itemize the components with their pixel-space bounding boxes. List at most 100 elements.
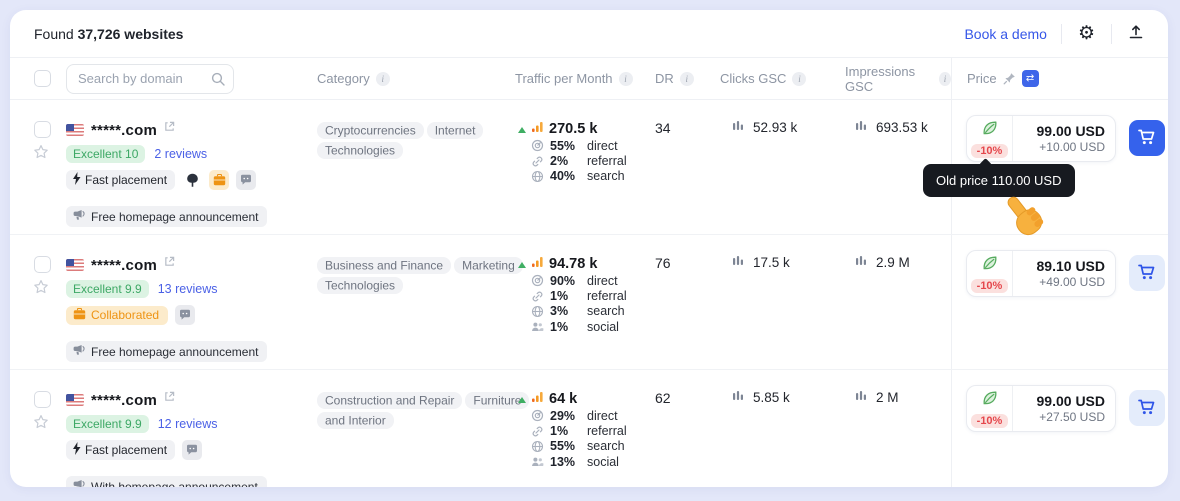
column-clicks: Clicks GSC i [720, 71, 845, 86]
column-clicks-label: Clicks GSC [720, 71, 787, 86]
old-price-tooltip: Old price 110.00 USD [923, 164, 1075, 197]
reviews-link[interactable]: 12 reviews [158, 417, 218, 431]
top-bar: Found 37,726 websites Book a demo ⚙ [10, 10, 1168, 58]
select-all-checkbox[interactable] [34, 70, 51, 87]
traffic-pct: 1% [550, 289, 569, 304]
clicks-value: 52.93 k [753, 120, 798, 135]
column-dr: DR i [645, 71, 720, 86]
leaf-icon [981, 389, 999, 412]
announcement-badge: Free homepage announcement [66, 341, 268, 362]
export-button[interactable] [1126, 22, 1146, 45]
announcement-badge: Free homepage announcement [66, 206, 268, 227]
fast-placement-badge: Fast placement [66, 170, 176, 190]
info-icon[interactable]: i [679, 71, 694, 86]
announcement-label: Free homepage announcement [91, 344, 259, 359]
category-pill: Business and Finance [317, 256, 452, 274]
add-to-cart-button[interactable] [1129, 255, 1165, 291]
info-icon[interactable]: i [375, 71, 390, 86]
briefcase-icon [73, 307, 86, 323]
collaborated-label: Collaborated [91, 308, 160, 322]
bar-chart-icon [855, 120, 867, 135]
discount-badge[interactable]: -10% [970, 144, 1009, 158]
traffic-cell: 64 k 29% direct 1% referral 55% search 1… [515, 370, 645, 487]
external-link-icon[interactable] [164, 389, 175, 407]
search-icon [211, 72, 225, 86]
row-checkbox[interactable] [34, 121, 51, 138]
info-icon[interactable]: i [792, 71, 807, 86]
clicks-metric: 17.5 k [720, 255, 845, 270]
favorite-star-icon[interactable] [33, 279, 49, 300]
fast-placement-badge: Fast placement [66, 440, 176, 460]
chat-icon[interactable] [182, 440, 203, 460]
add-to-cart-button[interactable] [1129, 120, 1165, 156]
bar-chart-icon [732, 120, 744, 135]
results-count: Found 37,726 websites [34, 26, 183, 42]
search-input[interactable] [66, 63, 234, 94]
price-extra: +49.00 USD [1039, 275, 1105, 289]
price-value: 99.00 USD [1036, 393, 1105, 409]
results-count-prefix: Found [34, 25, 74, 42]
settings-button[interactable]: ⚙ [1076, 22, 1097, 45]
discount-badge[interactable]: -10% [970, 279, 1009, 293]
category-pills: Business and Finance Marketing Technologi… [317, 255, 523, 295]
direct-icon [531, 274, 544, 287]
column-price-label: Price [967, 71, 997, 86]
info-icon[interactable]: i [938, 71, 951, 86]
price-filter-icon[interactable]: ⇄ [1021, 70, 1039, 87]
traffic-breakdown-line: 29% direct [515, 408, 645, 423]
column-dr-label: DR [655, 71, 674, 86]
clicks-metric: 52.93 k [720, 120, 845, 135]
gear-icon: ⚙ [1077, 23, 1095, 44]
clicks-value: 5.85 k [753, 390, 790, 405]
row-checkbox[interactable] [34, 256, 51, 273]
fast-placement-label: Fast placement [85, 173, 168, 187]
direct-icon [531, 409, 544, 422]
discount-badge[interactable]: -10% [970, 414, 1009, 428]
add-to-cart-button[interactable] [1129, 390, 1165, 426]
leaf-icon [981, 119, 999, 142]
book-demo-link[interactable]: Book a demo [964, 26, 1047, 42]
domain-link[interactable]: *****.com [91, 257, 157, 274]
domain-link[interactable]: *****.com [91, 392, 157, 409]
traffic-label: social [587, 319, 619, 334]
traffic-breakdown-line: 1% referral [515, 288, 645, 303]
tree-icon [182, 170, 202, 190]
impressions-metric: 2 M [845, 390, 951, 405]
traffic-pct: 3% [550, 304, 569, 319]
trend-up-icon [518, 261, 526, 268]
impressions-value: 2.9 M [876, 255, 910, 270]
leaf-icon [981, 254, 999, 277]
traffic-label: direct [587, 273, 618, 288]
price-value: 99.00 USD [1036, 123, 1105, 139]
chat-icon[interactable] [175, 305, 196, 325]
row-checkbox[interactable] [34, 391, 51, 408]
traffic-label: social [587, 454, 619, 469]
reviews-link[interactable]: 13 reviews [158, 282, 218, 296]
external-link-icon[interactable] [164, 119, 175, 137]
traffic-label: direct [587, 408, 618, 423]
social-icon [531, 455, 544, 468]
traffic-cell: 270.5 k 55% direct 2% referral 40% searc… [515, 100, 645, 234]
impressions-value: 2 M [876, 390, 899, 405]
us-flag-icon [66, 124, 84, 136]
pin-icon[interactable] [1003, 72, 1016, 85]
favorite-star-icon[interactable] [33, 144, 49, 165]
referral-icon [531, 155, 544, 168]
rating-badge: Excellent 9.9 [66, 279, 149, 298]
favorite-star-icon[interactable] [33, 414, 49, 435]
traffic-breakdown-line: 1% referral [515, 423, 645, 438]
column-price: Price ⇄ [951, 58, 1168, 99]
info-icon[interactable]: i [618, 71, 633, 86]
page-background: Found 37,726 websites Book a demo ⚙ Cate… [0, 0, 1180, 501]
chat-icon[interactable] [236, 170, 257, 190]
traffic-breakdown-line: 1% social [515, 319, 645, 334]
external-link-icon[interactable] [164, 254, 175, 272]
results-count-value: 37,726 websites [77, 25, 184, 42]
domain-link[interactable]: *****.com [91, 122, 157, 139]
top-actions: Book a demo ⚙ [964, 22, 1146, 45]
price-card: -10% 89.10 USD +49.00 USD [966, 250, 1116, 297]
traffic-breakdown-line: 2% referral [515, 153, 645, 168]
traffic-pct: 90% [550, 273, 576, 288]
reviews-link[interactable]: 2 reviews [154, 147, 207, 161]
social-icon [531, 320, 544, 333]
